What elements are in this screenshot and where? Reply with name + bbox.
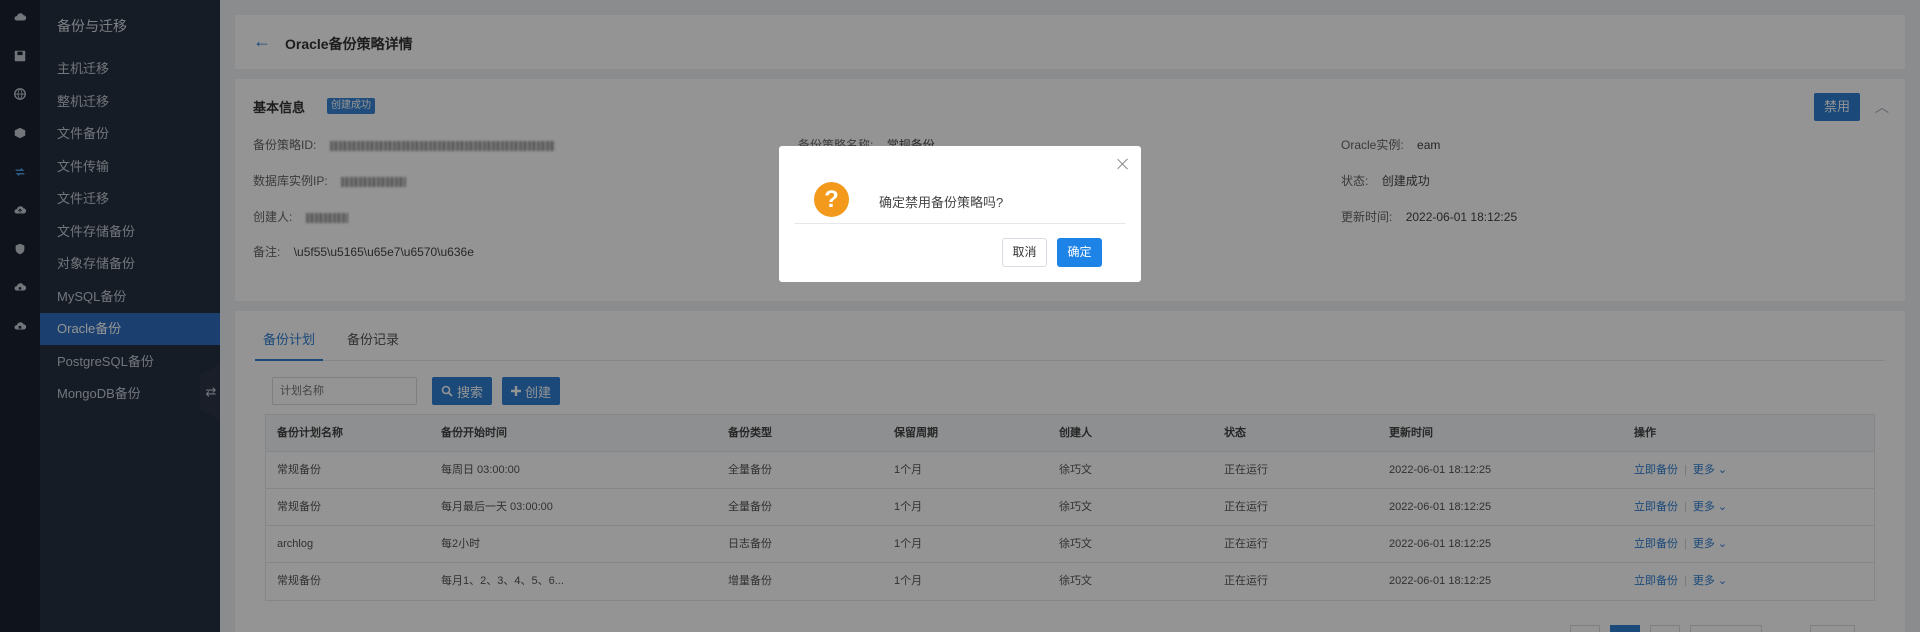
confirm-dialog: ? 确定禁用备份策略吗? 取消 确定: [779, 146, 1141, 282]
question-icon: ?: [814, 182, 849, 217]
modal-mask[interactable]: [0, 0, 1920, 632]
divider: [794, 223, 1126, 224]
close-icon[interactable]: [1117, 158, 1129, 170]
dialog-message: 确定禁用备份策略吗?: [879, 195, 1004, 210]
confirm-button[interactable]: 确定: [1057, 238, 1102, 267]
cancel-button[interactable]: 取消: [1002, 238, 1047, 267]
